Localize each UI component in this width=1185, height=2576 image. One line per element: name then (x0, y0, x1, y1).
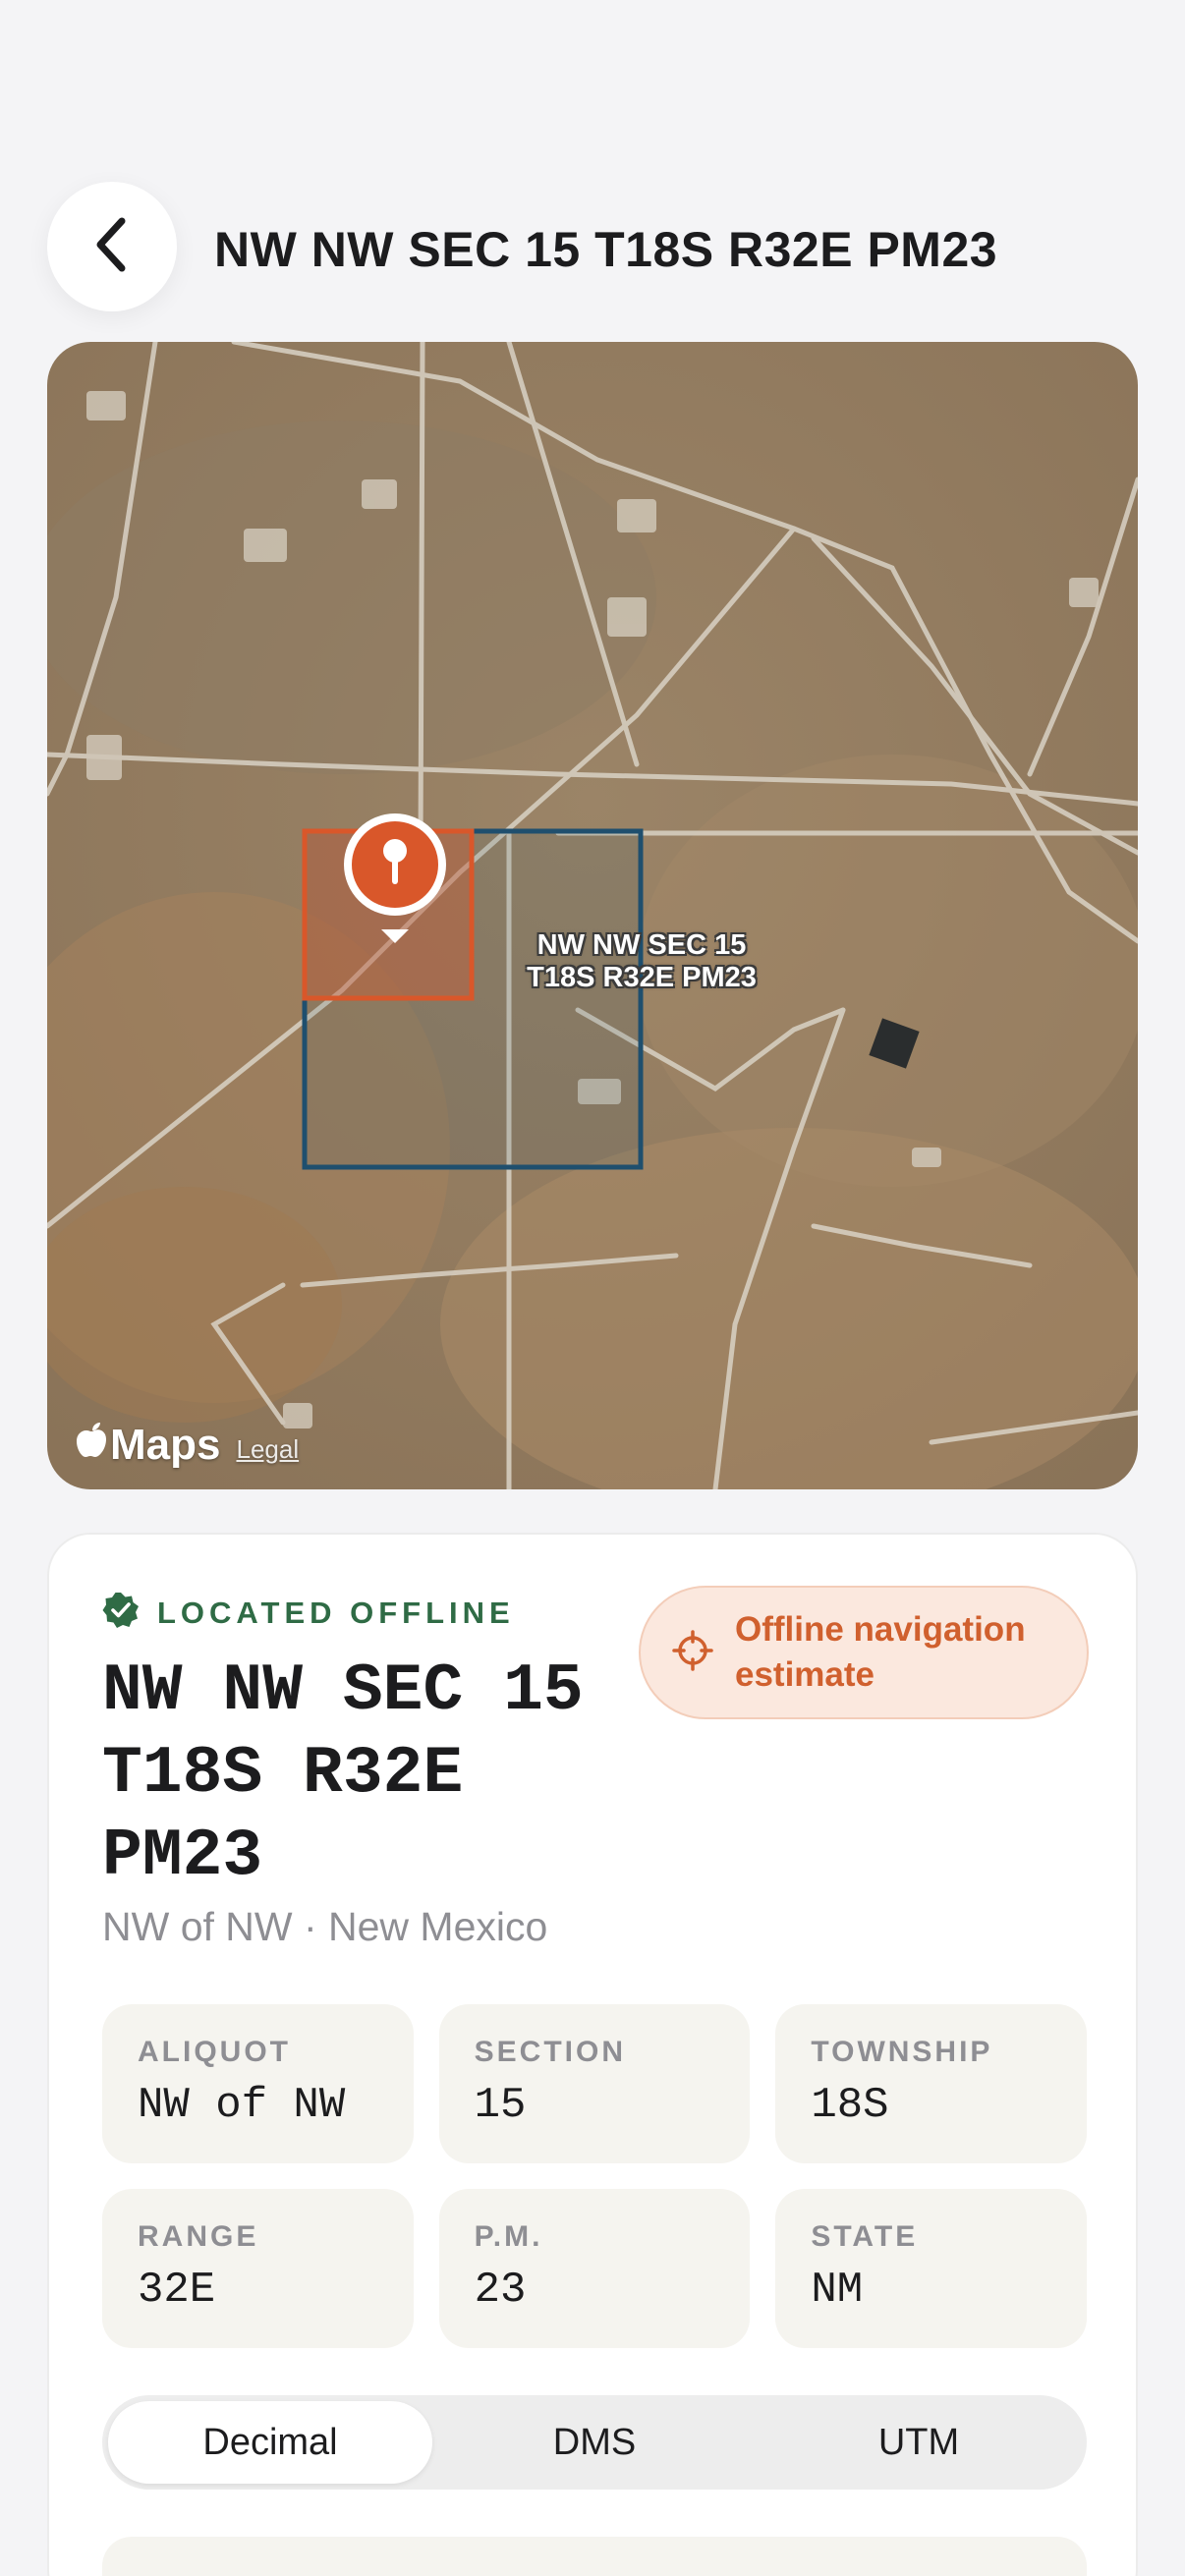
field-label: TOWNSHIP (811, 2036, 993, 2068)
maps-attribution: Maps Legal (77, 1421, 299, 1470)
crosshair-icon (672, 1629, 713, 1676)
field-value: NM (811, 2266, 864, 2315)
apple-logo-icon (77, 1421, 108, 1470)
field-label: P.M. (474, 2220, 543, 2253)
legal-description-line-3: PM23 (102, 1819, 263, 1894)
maps-brand-text: Maps (110, 1421, 221, 1469)
chevron-left-icon (90, 215, 134, 279)
coordinate-format-picker: Decimal DMS UTM (102, 2395, 1087, 2490)
field-label: SECTION (474, 2036, 627, 2068)
legal-description-line-2: T18S R32E (102, 1736, 464, 1812)
back-button[interactable] (47, 182, 177, 311)
legal-link[interactable]: Legal (236, 1434, 299, 1465)
field-township: TOWNSHIP 18S (775, 2004, 1087, 2163)
field-value: 18S (811, 2081, 889, 2130)
verified-check-icon (102, 1592, 140, 1634)
field-aliquot: ALIQUOT NW of NW (102, 2004, 414, 2163)
page-title: NW NW SEC 15 T18S R32E PM23 (214, 222, 998, 277)
field-label: ALIQUOT (138, 2036, 291, 2068)
offline-estimate-line-1: Offline navigation (735, 1610, 1026, 1649)
tab-decimal[interactable]: Decimal (108, 2401, 432, 2484)
field-label: STATE (811, 2220, 919, 2253)
tab-utm[interactable]: UTM (757, 2401, 1081, 2484)
coordinates-panel (102, 2537, 1087, 2576)
tab-dms[interactable]: DMS (432, 2401, 757, 2484)
location-card: LOCATED OFFLINE Offline navigation estim… (47, 1533, 1138, 2576)
field-value: 15 (474, 2081, 527, 2130)
field-section: SECTION 15 (438, 2004, 751, 2163)
field-value: 23 (474, 2266, 527, 2315)
status-text: LOCATED OFFLINE (157, 1595, 515, 1630)
plss-field-grid: ALIQUOT NW of NW SECTION 15 TOWNSHIP 18S… (102, 2004, 1087, 2348)
map-view[interactable]: NW NW SEC 15 T18S R32E PM23 Maps Legal (47, 342, 1138, 1489)
field-label: RANGE (138, 2220, 259, 2253)
offline-estimate-text: Offline navigation estimate (735, 1607, 1026, 1698)
pin-label-line-1: NW NW SEC 15 (536, 929, 747, 961)
legal-description: NW NW SEC 15 T18S R32E PM23 (102, 1651, 652, 1898)
status-row: LOCATED OFFLINE (102, 1592, 515, 1634)
maps-brand: Maps (77, 1421, 220, 1470)
offline-estimate-line-2: estimate (735, 1655, 875, 1694)
offline-estimate-badge[interactable]: Offline navigation estimate (639, 1586, 1089, 1719)
pin-label-line-2: T18S R32E PM23 (527, 962, 757, 993)
field-principal-meridian: P.M. 23 (438, 2189, 751, 2348)
field-value: 32E (138, 2266, 216, 2315)
field-range: RANGE 32E (102, 2189, 414, 2348)
field-value: NW of NW (138, 2081, 346, 2130)
location-subtitle: NW of NW · New Mexico (102, 1904, 548, 1949)
legal-description-line-1: NW NW SEC 15 (102, 1653, 584, 1729)
pin-label: NW NW SEC 15 T18S R32E PM23 (440, 929, 843, 994)
header: NW NW SEC 15 T18S R32E PM23 (0, 182, 1185, 313)
field-state: STATE NM (775, 2189, 1087, 2348)
satellite-imagery (47, 342, 1138, 1489)
